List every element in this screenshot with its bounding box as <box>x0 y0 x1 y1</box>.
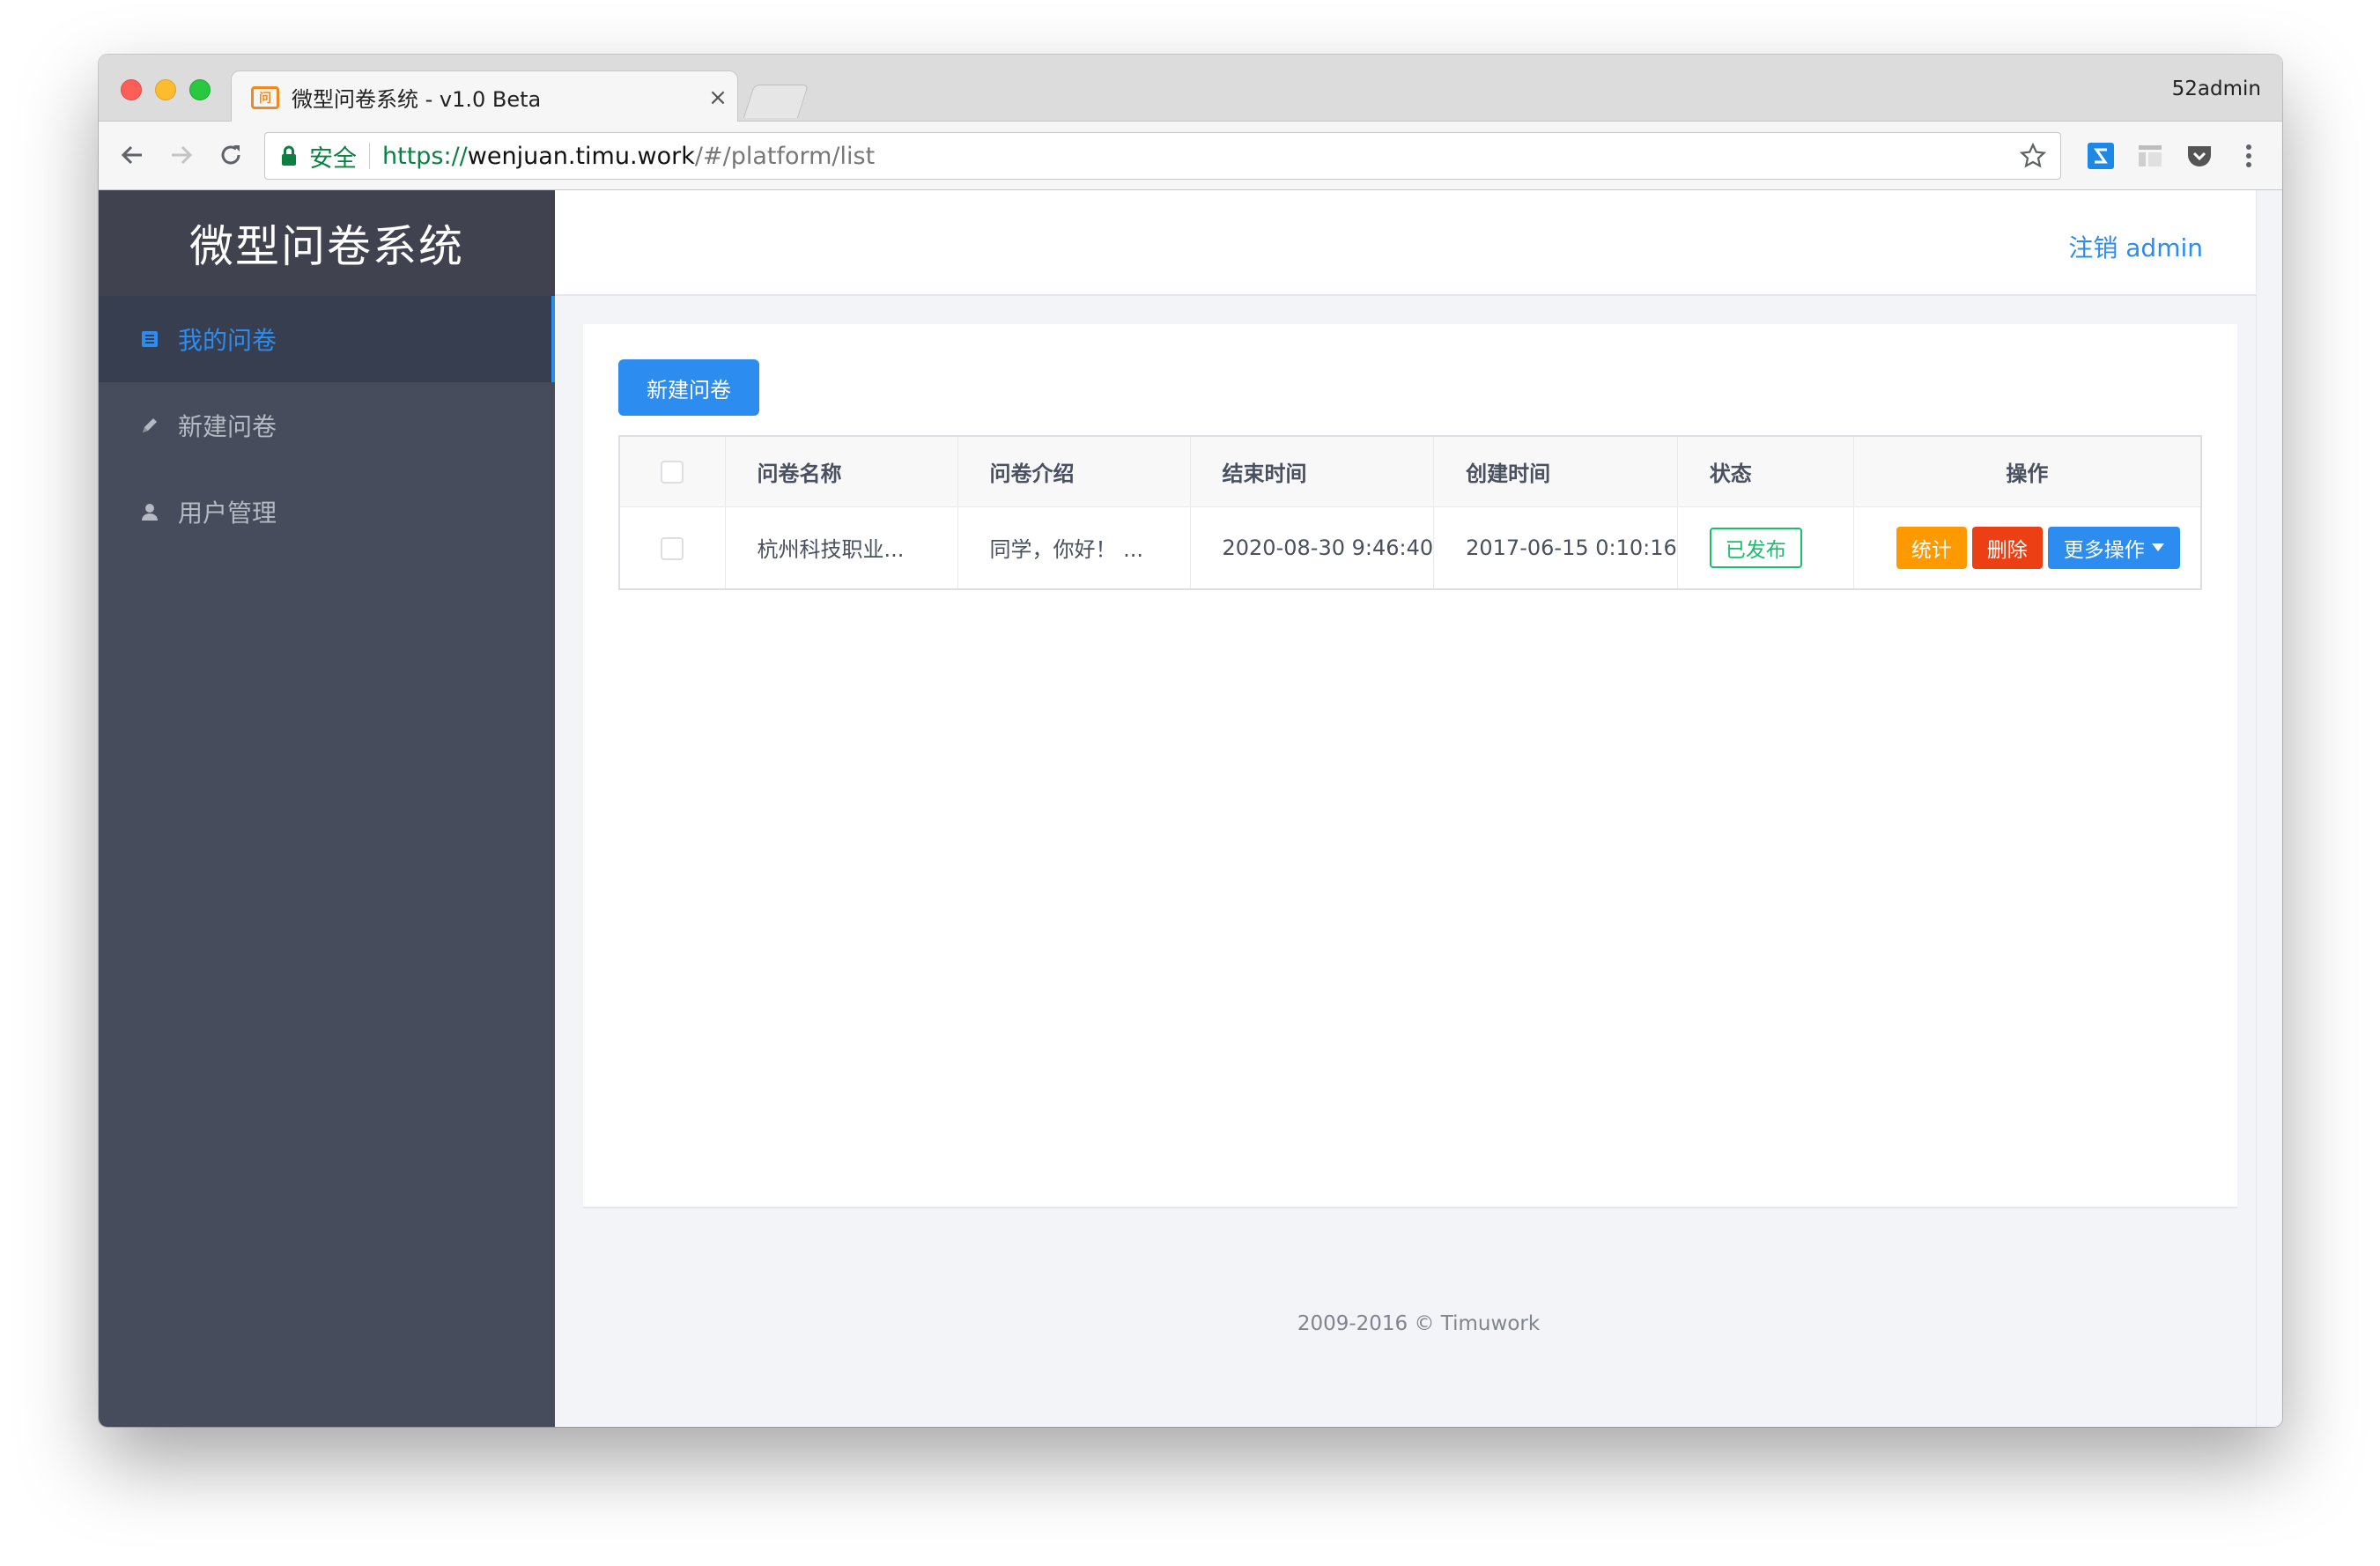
page-footer: 2009-2016 © Timuwork <box>1297 1312 1541 1335</box>
page-scrollbar[interactable] <box>2256 190 2282 1427</box>
bookmark-star-icon[interactable] <box>2018 141 2048 171</box>
more-actions-button[interactable]: 更多操作 <box>2047 526 2180 569</box>
browser-toolbar: 安全 https://wenjuan.timu.work/#/platform/… <box>99 122 2282 190</box>
maximize-window-button[interactable] <box>189 79 211 100</box>
url-text[interactable]: https://wenjuan.timu.work/#/platform/lis… <box>382 143 875 170</box>
main-header: 注销 admin <box>555 190 2282 296</box>
survey-created-time-cell: 2017-06-15 0:10:16 <box>1433 506 1678 589</box>
browser-titlebar: 问 微型问卷系统 - v1.0 Beta × 52admin <box>99 55 2282 123</box>
column-header-intro: 问卷介绍 <box>957 436 1191 506</box>
brand-title: 微型问卷系统 <box>99 190 555 296</box>
column-header-end-time: 结束时间 <box>1190 436 1435 506</box>
lock-icon <box>277 143 300 169</box>
tab-close-icon[interactable]: × <box>698 85 737 111</box>
sidebar-item-new-survey[interactable]: 新建问卷 <box>99 382 555 469</box>
sidebar-item-label: 用户管理 <box>178 499 277 528</box>
survey-status-cell: 已发布 <box>1677 506 1854 589</box>
survey-intro-cell: 同学，你好！ ... <box>957 506 1191 589</box>
column-header-status: 状态 <box>1677 436 1854 506</box>
new-tab-button[interactable] <box>743 85 809 118</box>
url-host: wenjuan.timu.work <box>467 142 695 170</box>
url-path: /#/platform/list <box>694 142 876 170</box>
forward-arrow-icon[interactable] <box>162 136 201 174</box>
app-container: 微型问卷系统 我的问卷 新建问卷 用户管理 注销 admin 新建问卷 问卷名称… <box>99 190 2282 1427</box>
sidebar: 微型问卷系统 我的问卷 新建问卷 用户管理 <box>99 190 555 1427</box>
row-checkbox[interactable] <box>661 536 684 560</box>
logout-link[interactable]: 注销 admin <box>2068 229 2203 264</box>
address-separator <box>369 143 370 169</box>
stats-button[interactable]: 统计 <box>1896 526 1967 569</box>
more-actions-label: 更多操作 <box>2063 538 2145 562</box>
status-badge: 已发布 <box>1709 527 1802 568</box>
survey-list-card: 新建问卷 问卷名称 问卷介绍 结束时间 创建时间 状态 操作 杭州科技职业...… <box>583 324 2237 1208</box>
table-row: 杭州科技职业... 同学，你好！ ... 2020-08-30 9:46:40 … <box>619 506 2202 589</box>
delete-button[interactable]: 删除 <box>1971 526 2043 569</box>
survey-table: 问卷名称 问卷介绍 结束时间 创建时间 状态 操作 杭州科技职业... 同学，你… <box>618 435 2202 590</box>
reload-icon[interactable] <box>211 136 250 174</box>
sidebar-item-label: 新建问卷 <box>178 412 277 441</box>
survey-end-time-cell: 2020-08-30 9:46:40 <box>1190 506 1435 589</box>
url-scheme: https:// <box>382 142 468 170</box>
select-all-checkbox[interactable] <box>661 461 684 484</box>
reader-extension-icon[interactable] <box>2133 139 2167 173</box>
browser-profile-name[interactable]: 52admin <box>2172 78 2261 100</box>
browser-window: 问 微型问卷系统 - v1.0 Beta × 52admin 安全 https:… <box>99 55 2282 1427</box>
list-icon <box>139 329 160 350</box>
close-window-button[interactable] <box>121 79 142 100</box>
address-bar[interactable]: 安全 https://wenjuan.timu.work/#/platform/… <box>264 132 2061 180</box>
user-icon <box>139 501 160 522</box>
pencil-icon <box>139 415 160 436</box>
browser-tab-active[interactable]: 问 微型问卷系统 - v1.0 Beta × <box>231 70 738 123</box>
s-extension-icon[interactable] <box>2084 139 2118 173</box>
survey-name-cell: 杭州科技职业... <box>725 506 958 589</box>
secure-label: 安全 <box>309 144 357 173</box>
table-header-row: 问卷名称 问卷介绍 结束时间 创建时间 状态 操作 <box>619 436 2202 506</box>
pocket-extension-icon[interactable] <box>2183 139 2216 173</box>
sidebar-item-label: 我的问卷 <box>178 326 277 355</box>
new-survey-button[interactable]: 新建问卷 <box>618 359 759 416</box>
row-select-cell <box>619 506 726 589</box>
sidebar-item-user-management[interactable]: 用户管理 <box>99 469 555 555</box>
minimize-window-button[interactable] <box>155 79 176 100</box>
survey-actions-cell: 统计 删除 更多操作 <box>1853 506 2202 589</box>
back-arrow-icon[interactable] <box>113 136 152 174</box>
column-header-created-time: 创建时间 <box>1433 436 1678 506</box>
caret-down-icon <box>2151 543 2164 552</box>
sidebar-item-my-surveys[interactable]: 我的问卷 <box>99 296 555 382</box>
select-all-cell <box>619 436 726 506</box>
column-header-actions: 操作 <box>1853 436 2202 506</box>
browser-menu-icon[interactable] <box>2232 139 2265 173</box>
column-header-name: 问卷名称 <box>725 436 958 506</box>
site-favicon-icon: 问 <box>251 85 279 109</box>
tab-title: 微型问卷系统 - v1.0 Beta <box>292 87 542 112</box>
